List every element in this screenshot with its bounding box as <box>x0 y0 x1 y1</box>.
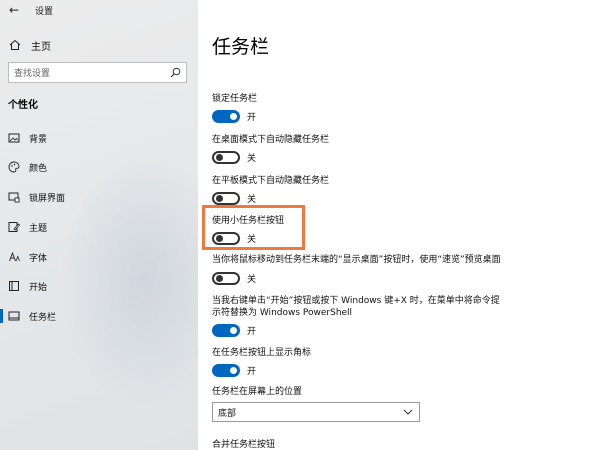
search-icon[interactable] <box>167 65 183 81</box>
setting-label-autohide-desktop: 在桌面模式下自动隐藏任务栏 <box>212 135 330 145</box>
toggle-state: 关 <box>247 274 257 285</box>
setting-label-position: 任务栏在屏幕上的位置 <box>212 387 303 397</box>
back-arrow-icon[interactable]: ← <box>9 3 19 17</box>
taskbar-icon <box>8 310 20 322</box>
search-input[interactable]: 查找设置 <box>8 62 187 83</box>
toggle-state: 开 <box>247 326 257 337</box>
sidebar-item-background[interactable]: 背景 <box>0 129 198 147</box>
font-icon <box>8 251 20 263</box>
sidebar-item-label: 主题 <box>29 223 48 234</box>
toggle-switch[interactable] <box>212 271 240 285</box>
start-icon <box>8 280 20 292</box>
sidebar-item-label: 背景 <box>29 134 48 145</box>
highlight-box <box>202 205 305 250</box>
setting-label-powershell-line2: 示符替换为 Windows PowerShell <box>212 308 353 318</box>
toggle-state: 关 <box>247 194 257 205</box>
setting-label-peek: 当你将鼠标移动到任务栏末端的“显示桌面”按钮时，使用“速览”预览桌面 <box>212 255 501 265</box>
toggle-powershell[interactable]: 开 <box>212 323 256 337</box>
toggle-lock-taskbar[interactable]: 开 <box>212 109 256 123</box>
sidebar-item-fonts[interactable]: 字体 <box>0 248 198 266</box>
toggle-switch[interactable] <box>212 150 240 164</box>
home-nav[interactable]: 主页 <box>8 38 51 53</box>
sidebar-item-colors[interactable]: 颜色 <box>0 158 198 176</box>
palette-icon <box>8 161 20 173</box>
sidebar: ← 设置 主页 查找设置 个性化 背景 颜色 锁屏界面 主题 字体 开始 任务栏 <box>0 0 198 450</box>
home-label: 主页 <box>31 41 51 53</box>
sidebar-item-start[interactable]: 开始 <box>0 277 198 295</box>
image-icon <box>8 132 20 144</box>
toggle-state: 关 <box>247 153 257 164</box>
toggle-switch[interactable] <box>212 191 240 205</box>
app-title: 设置 <box>35 7 54 17</box>
sidebar-item-themes[interactable]: 主题 <box>0 218 198 236</box>
title-bar: ← 设置 <box>0 0 198 20</box>
active-indicator <box>0 309 3 323</box>
section-title: 个性化 <box>8 100 38 111</box>
sidebar-item-label: 开始 <box>29 282 48 293</box>
sidebar-item-label: 颜色 <box>29 163 48 174</box>
dropdown-value: 底部 <box>218 408 237 419</box>
toggle-autohide-desktop[interactable]: 关 <box>212 150 256 164</box>
sidebar-item-lock-screen[interactable]: 锁屏界面 <box>0 188 198 206</box>
toggle-autohide-tablet[interactable]: 关 <box>212 191 256 205</box>
taskbar-position-dropdown[interactable]: 底部 <box>212 402 420 422</box>
sidebar-item-label: 字体 <box>29 253 48 264</box>
toggle-state: 开 <box>247 112 257 123</box>
setting-label-lock-taskbar: 锁定任务栏 <box>212 94 258 104</box>
setting-label-combine: 合并任务栏按钮 <box>212 440 276 450</box>
home-icon <box>8 38 22 52</box>
toggle-peek[interactable]: 关 <box>212 271 256 285</box>
page-title: 任务栏 <box>212 36 270 58</box>
theme-brush-icon <box>8 221 20 233</box>
setting-label-powershell-line1: 当我右键单击“开始”按钮或按下 Windows 键+X 时，在菜单中将命令提 <box>212 296 500 306</box>
sidebar-item-label: 锁屏界面 <box>29 193 66 204</box>
toggle-state: 开 <box>247 366 257 377</box>
sidebar-item-taskbar[interactable]: 任务栏 <box>0 307 198 325</box>
toggle-switch[interactable] <box>212 363 240 377</box>
sidebar-item-label: 任务栏 <box>29 312 57 323</box>
chevron-down-icon <box>400 404 416 420</box>
toggle-badges[interactable]: 开 <box>212 363 256 377</box>
toggle-switch[interactable] <box>212 109 240 123</box>
setting-label-autohide-tablet: 在平板模式下自动隐藏任务栏 <box>212 176 330 186</box>
setting-label-badges: 在任务栏按钮上显示角标 <box>212 348 312 358</box>
search-placeholder: 查找设置 <box>14 69 51 79</box>
lock-screen-icon <box>8 191 20 203</box>
toggle-switch[interactable] <box>212 323 240 337</box>
